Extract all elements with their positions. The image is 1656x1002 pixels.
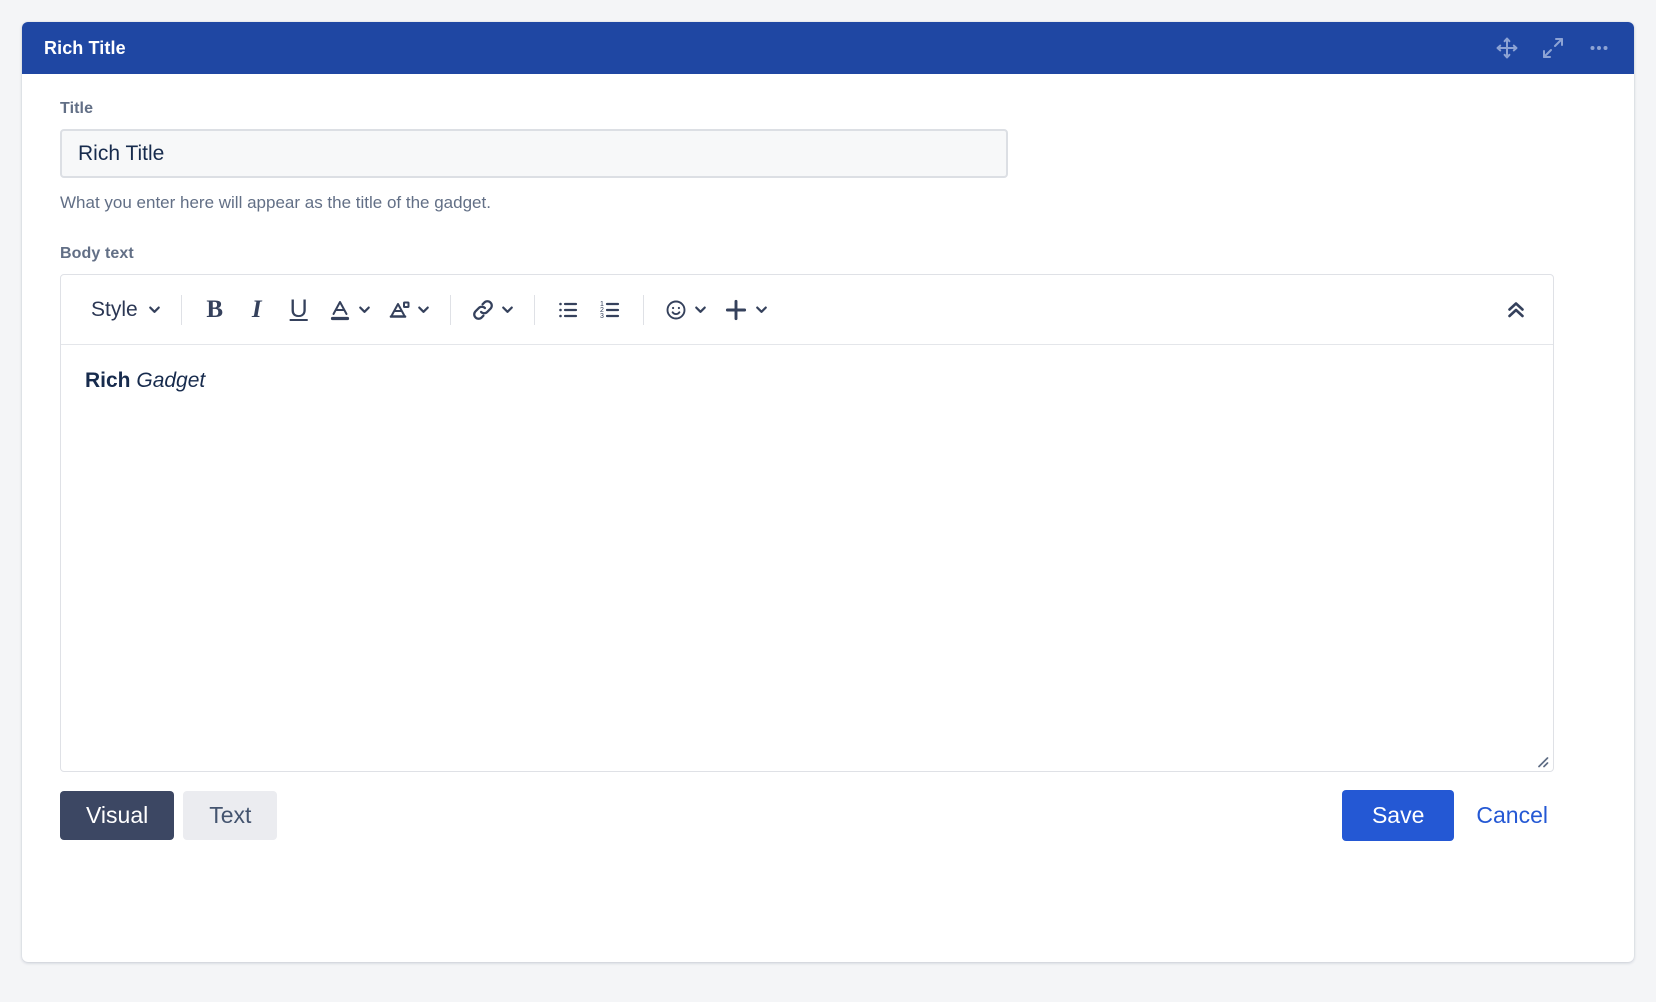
- title-field-label: Title: [60, 100, 94, 117]
- style-dropdown-label: Style: [91, 297, 138, 321]
- italic-button[interactable]: I: [236, 289, 278, 331]
- rich-text-editor: Style B I U 1 2 3 Rich Gadget: [60, 274, 1554, 772]
- bold-icon: B: [206, 296, 224, 323]
- editor-mode-toggle: Visual Text: [60, 791, 278, 841]
- gadget-header-title: Rich Title: [44, 37, 126, 58]
- toolbar-group-lists: 1 2 3: [547, 275, 631, 344]
- toolbar-separator: [642, 294, 644, 325]
- numbered-list-button[interactable]: 1 2 3: [589, 289, 631, 331]
- title-input[interactable]: [60, 129, 1008, 178]
- toolbar-group-link: [463, 275, 522, 344]
- chevron-down-icon: [147, 302, 162, 317]
- gadget-header-actions: [1494, 35, 1612, 61]
- chevron-down-icon: [357, 302, 372, 317]
- italic-icon: I: [251, 296, 262, 323]
- chevron-down-icon: [693, 302, 708, 317]
- editor-footer: Visual Text Save Cancel: [60, 772, 1554, 842]
- title-field-hint: What you enter here will appear as the t…: [60, 193, 491, 212]
- editor-paragraph: Rich Gadget: [85, 367, 1529, 395]
- toolbar-group-insert: [656, 275, 776, 344]
- editor-italic-text: Gadget: [136, 369, 206, 392]
- expand-icon[interactable]: [1540, 35, 1566, 61]
- underline-icon: U: [289, 295, 308, 323]
- gadget-header: Rich Title: [22, 22, 1634, 74]
- gadget-body: Title What you enter here will appear as…: [22, 74, 1634, 962]
- editor-content-area[interactable]: Rich Gadget: [61, 345, 1553, 771]
- emoji-icon: [663, 297, 689, 323]
- text-color-icon: [327, 297, 353, 323]
- chevron-double-up-icon: [1503, 297, 1529, 323]
- toolbar-separator: [533, 294, 535, 325]
- toolbar-separator: [449, 294, 451, 325]
- cancel-button[interactable]: Cancel: [1470, 797, 1554, 834]
- body-text-field-label: Body text: [60, 245, 134, 262]
- text-highlight-button[interactable]: [379, 289, 438, 331]
- text-highlight-icon: [386, 297, 412, 323]
- form-actions: Save Cancel: [1341, 790, 1554, 842]
- bold-button[interactable]: B: [194, 289, 236, 331]
- chevron-down-icon: [500, 302, 515, 317]
- emoji-button[interactable]: [656, 289, 715, 331]
- bullet-list-button[interactable]: [547, 289, 589, 331]
- toolbar-group-formatting: B I U: [194, 275, 438, 344]
- gadget-configuration-card: Rich Title Title Rich Title What you ent…: [22, 22, 1634, 962]
- chevron-down-icon: [754, 302, 769, 317]
- more-options-icon[interactable]: [1586, 35, 1612, 61]
- toolbar-group-style: Style: [75, 275, 169, 344]
- numbered-list-icon: 1 2 3: [597, 297, 623, 323]
- editor-toolbar: Style B I U 1 2 3: [61, 275, 1553, 345]
- move-icon[interactable]: [1494, 35, 1520, 61]
- insert-button[interactable]: [715, 289, 776, 331]
- text-mode-button[interactable]: Text: [183, 791, 278, 841]
- plus-icon: [722, 296, 750, 324]
- underline-button[interactable]: U: [278, 289, 320, 331]
- editor-resize-handle[interactable]: [1533, 752, 1549, 768]
- collapse-toolbar-button[interactable]: [1495, 289, 1537, 331]
- editor-bold-text: Rich: [85, 369, 131, 392]
- style-dropdown[interactable]: Style: [75, 289, 169, 331]
- chevron-down-icon: [416, 302, 431, 317]
- link-button[interactable]: [463, 289, 522, 331]
- text-color-button[interactable]: [320, 289, 379, 331]
- visual-mode-button[interactable]: Visual: [60, 791, 175, 841]
- bullet-list-icon: [555, 297, 581, 323]
- page-background: Rich Title Title Rich Title What you ent…: [0, 0, 1656, 1002]
- save-button[interactable]: Save: [1341, 790, 1455, 842]
- svg-text:3: 3: [600, 313, 604, 320]
- link-icon: [470, 297, 496, 323]
- toolbar-separator: [180, 294, 182, 325]
